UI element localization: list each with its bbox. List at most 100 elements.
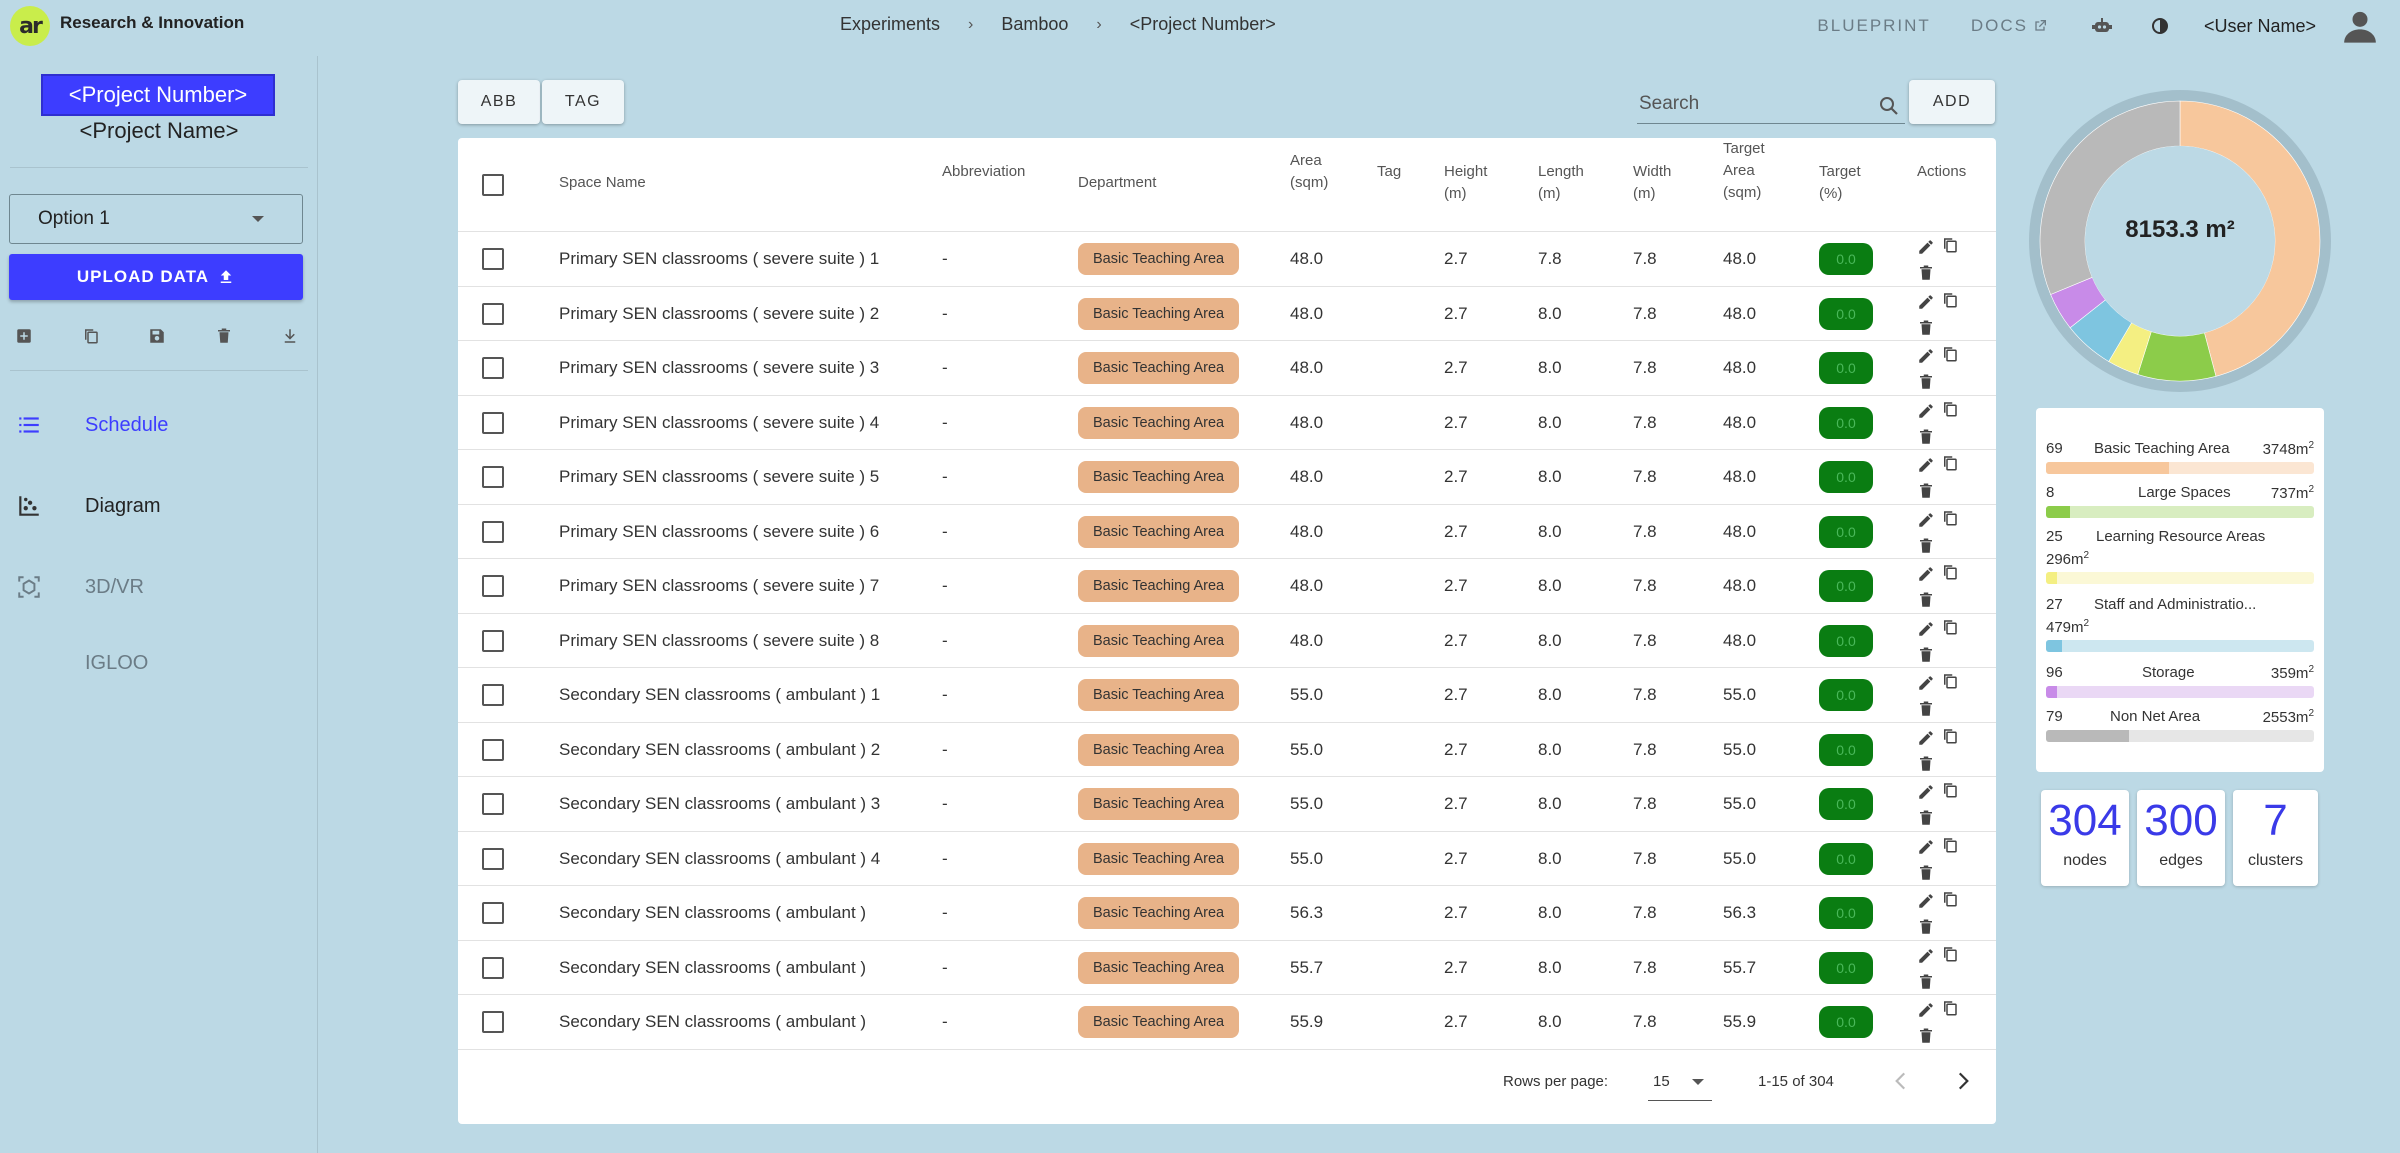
- legend-item-storage[interactable]: 96 Storage 359m2: [2046, 664, 2314, 704]
- copy-icon[interactable]: [1941, 236, 1959, 254]
- delete-icon[interactable]: [1917, 864, 1935, 882]
- table-row[interactable]: Primary SEN classrooms ( severe suite ) …: [458, 505, 1996, 559]
- table-row[interactable]: Primary SEN classrooms ( severe suite ) …: [458, 559, 1996, 614]
- chevron-right-icon[interactable]: [1950, 1068, 1976, 1094]
- docs-link[interactable]: DOCS: [1971, 16, 2048, 36]
- edit-icon[interactable]: [1917, 620, 1935, 638]
- sidebar-item-diagram[interactable]: Diagram: [14, 491, 161, 521]
- row-checkbox[interactable]: [482, 847, 504, 870]
- table-row[interactable]: Secondary SEN classrooms ( ambulant ) - 55…: [458, 995, 1996, 1050]
- col-space-name[interactable]: Space Name: [559, 172, 646, 194]
- search-icon[interactable]: [1877, 94, 1901, 118]
- row-checkbox[interactable]: [482, 520, 504, 543]
- copy-icon[interactable]: [1941, 291, 1959, 309]
- delete-icon[interactable]: [1917, 537, 1935, 555]
- sidebar-item-3d-vr[interactable]: 3D/VR: [14, 572, 144, 602]
- select-all-checkbox[interactable]: [482, 174, 504, 196]
- delete-icon[interactable]: [1917, 264, 1935, 282]
- app-logo[interactable]: ar: [10, 6, 50, 46]
- row-checkbox[interactable]: [482, 629, 504, 652]
- copy-icon[interactable]: [81, 326, 101, 346]
- delete-icon[interactable]: [214, 326, 234, 346]
- theme-toggle-icon[interactable]: [2146, 12, 2174, 40]
- table-row[interactable]: Primary SEN classrooms ( severe suite ) …: [458, 450, 1996, 505]
- edit-icon[interactable]: [1917, 947, 1935, 965]
- edit-icon[interactable]: [1917, 347, 1935, 365]
- copy-icon[interactable]: [1941, 672, 1959, 690]
- col-target-pct[interactable]: Target (%): [1819, 161, 1861, 205]
- delete-icon[interactable]: [1917, 755, 1935, 773]
- col-height[interactable]: Height (m): [1444, 161, 1487, 205]
- breadcrumb-project[interactable]: <Project Number>: [1130, 14, 1276, 35]
- delete-icon[interactable]: [1917, 1027, 1935, 1045]
- row-checkbox[interactable]: [482, 1011, 504, 1033]
- delete-icon[interactable]: [1917, 428, 1935, 446]
- table-row[interactable]: Primary SEN classrooms ( severe suite ) …: [458, 287, 1996, 341]
- edit-icon[interactable]: [1917, 729, 1935, 747]
- copy-icon[interactable]: [1941, 618, 1959, 636]
- delete-icon[interactable]: [1917, 373, 1935, 391]
- edit-icon[interactable]: [1917, 238, 1935, 256]
- table-row[interactable]: Secondary SEN classrooms ( ambulant ) 2 -…: [458, 723, 1996, 777]
- rows-per-page-select[interactable]: 15: [1653, 1073, 1670, 1090]
- sidebar-item-igloo[interactable]: IGLOO: [14, 648, 148, 678]
- copy-icon[interactable]: [1941, 727, 1959, 745]
- delete-icon[interactable]: [1917, 482, 1935, 500]
- delete-icon[interactable]: [1917, 918, 1935, 936]
- row-checkbox[interactable]: [482, 411, 504, 434]
- user-name[interactable]: <User Name>: [2204, 16, 2316, 37]
- table-row[interactable]: Secondary SEN classrooms ( ambulant ) - 56…: [458, 886, 1996, 941]
- delete-icon[interactable]: [1917, 319, 1935, 337]
- copy-icon[interactable]: [1941, 454, 1959, 472]
- delete-icon[interactable]: [1917, 646, 1935, 664]
- user-avatar-icon[interactable]: [2340, 6, 2380, 46]
- legend-item-non-net-area[interactable]: 79 Non Net Area 2553m2: [2046, 708, 2314, 748]
- table-row[interactable]: Primary SEN classrooms ( severe suite ) …: [458, 341, 1996, 396]
- row-checkbox[interactable]: [482, 357, 504, 379]
- copy-icon[interactable]: [1941, 400, 1959, 418]
- table-row[interactable]: Secondary SEN classrooms ( ambulant ) 1 -…: [458, 668, 1996, 723]
- legend-item-staff-admin[interactable]: 27 Staff and Administratio... 479m2: [2046, 596, 2314, 656]
- copy-icon[interactable]: [1941, 945, 1959, 963]
- delete-icon[interactable]: [1917, 973, 1935, 991]
- col-length[interactable]: Length (m): [1538, 161, 1584, 205]
- row-checkbox[interactable]: [482, 902, 504, 924]
- caret-down-icon[interactable]: [1692, 1079, 1704, 1085]
- edit-icon[interactable]: [1917, 565, 1935, 583]
- table-row[interactable]: Primary SEN classrooms ( severe suite ) …: [458, 614, 1996, 668]
- copy-icon[interactable]: [1941, 999, 1959, 1017]
- col-department[interactable]: Department: [1078, 172, 1156, 194]
- col-target-area[interactable]: Target Area (sqm): [1723, 138, 1765, 204]
- col-width[interactable]: Width (m): [1633, 161, 1671, 205]
- breadcrumb-bamboo[interactable]: Bamboo: [1001, 14, 1068, 35]
- edit-icon[interactable]: [1917, 1001, 1935, 1019]
- row-checkbox[interactable]: [482, 956, 504, 979]
- legend-item-learning-resource-areas[interactable]: 25 Learning Resource Areas 296m2: [2046, 528, 2314, 588]
- upload-data-button[interactable]: UPLOAD DATA: [9, 254, 303, 300]
- legend-item-large-spaces[interactable]: 8 Large Spaces 737m2: [2046, 484, 2314, 524]
- download-icon[interactable]: [280, 326, 300, 346]
- table-row[interactable]: Primary SEN classrooms ( severe suite ) …: [458, 232, 1996, 287]
- option-select[interactable]: Option 1: [9, 194, 303, 244]
- row-checkbox[interactable]: [482, 684, 504, 706]
- edit-icon[interactable]: [1917, 783, 1935, 801]
- edit-icon[interactable]: [1917, 511, 1935, 529]
- row-checkbox[interactable]: [482, 466, 504, 488]
- table-row[interactable]: Secondary SEN classrooms ( ambulant ) 4 -…: [458, 832, 1996, 886]
- copy-icon[interactable]: [1941, 345, 1959, 363]
- add-box-icon[interactable]: [14, 326, 34, 346]
- copy-icon[interactable]: [1941, 563, 1959, 581]
- row-checkbox[interactable]: [482, 738, 504, 761]
- robot-icon[interactable]: [2088, 12, 2116, 40]
- search-input[interactable]: [1637, 86, 1867, 122]
- col-abbreviation[interactable]: Abbreviation: [942, 161, 1025, 183]
- project-number[interactable]: <Project Number>: [41, 74, 275, 116]
- breadcrumb-experiments[interactable]: Experiments: [840, 14, 940, 35]
- table-row[interactable]: Secondary SEN classrooms ( ambulant ) 3 -…: [458, 777, 1996, 832]
- chevron-left-icon[interactable]: [1888, 1068, 1914, 1094]
- col-tag[interactable]: Tag: [1377, 161, 1401, 183]
- edit-icon[interactable]: [1917, 402, 1935, 420]
- table-row[interactable]: Secondary SEN classrooms ( ambulant ) - 55…: [458, 941, 1996, 995]
- table-row[interactable]: Primary SEN classrooms ( severe suite ) …: [458, 396, 1996, 450]
- tag-chip[interactable]: TAG: [542, 80, 624, 124]
